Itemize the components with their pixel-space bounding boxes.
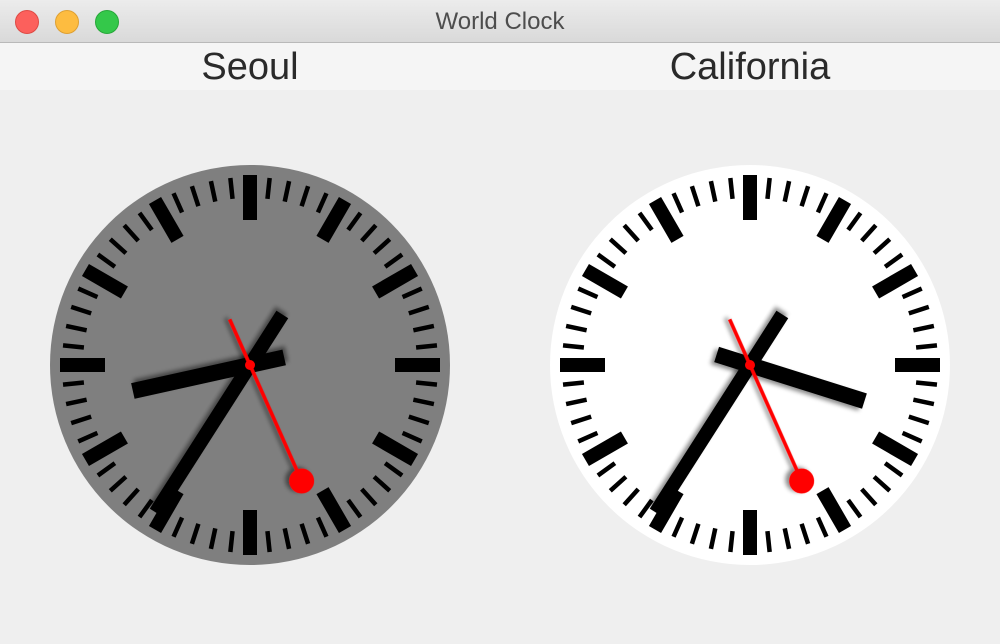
seoul-label: Seoul: [201, 46, 299, 88]
window-title: World Clock: [435, 8, 565, 35]
seoul-clock: [50, 165, 450, 565]
hour-tick: [895, 358, 940, 372]
seoul-clock-face: [50, 165, 450, 565]
hour-tick: [743, 175, 757, 220]
california-label: California: [669, 46, 831, 88]
hour-tick: [560, 358, 605, 372]
hour-tick: [243, 175, 257, 220]
california-clock-face: [550, 165, 950, 565]
title-bar[interactable]: World Clock: [0, 0, 1000, 43]
world-clock-window: World Clock Seoul California: [0, 0, 1000, 644]
hour-tick: [243, 510, 257, 555]
hour-tick: [395, 358, 440, 372]
hour-tick: [60, 358, 105, 372]
center-pin: [245, 360, 255, 370]
center-pin: [745, 360, 755, 370]
hour-tick: [743, 510, 757, 555]
california-clock: [550, 165, 950, 565]
